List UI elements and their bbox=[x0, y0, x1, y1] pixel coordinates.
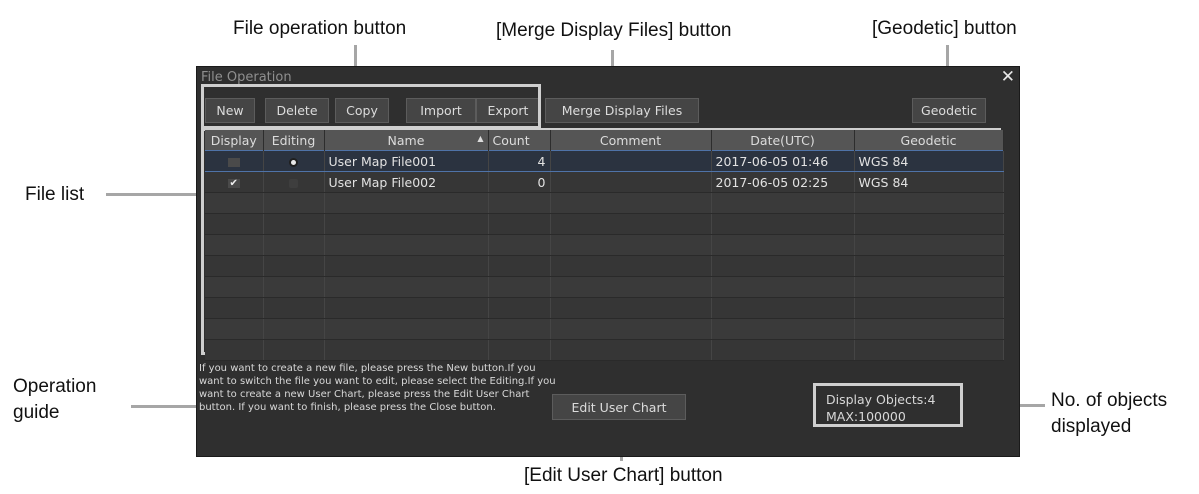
column-header-date[interactable]: Date(UTC) bbox=[711, 130, 855, 151]
column-header-comment[interactable]: Comment bbox=[550, 130, 712, 151]
editing-radio[interactable] bbox=[263, 171, 325, 193]
table-row-empty bbox=[205, 234, 1004, 256]
row-date: 2017-06-05 01:46 bbox=[711, 150, 855, 172]
table-row-empty bbox=[205, 213, 1004, 235]
table-row-empty bbox=[205, 192, 1004, 214]
column-header-editing[interactable]: Editing bbox=[263, 130, 325, 151]
row-name: User Map File001 bbox=[324, 150, 489, 172]
delete-button[interactable]: Delete bbox=[265, 98, 329, 123]
close-icon[interactable]: ✕ bbox=[1001, 67, 1015, 87]
table-row-empty bbox=[205, 297, 1004, 319]
row-geodetic: WGS 84 bbox=[854, 171, 1004, 193]
leader-operation-guide bbox=[131, 405, 197, 408]
leader-file-list bbox=[106, 193, 203, 196]
callout-objects-displayed: No. of objects displayed bbox=[1051, 388, 1167, 440]
column-header-name[interactable]: Name ▲ bbox=[324, 130, 489, 151]
row-comment bbox=[550, 171, 712, 193]
row-name: User Map File002 bbox=[324, 171, 489, 193]
import-button[interactable]: Import bbox=[406, 98, 476, 123]
table-row-empty bbox=[205, 276, 1004, 298]
column-header-geodetic[interactable]: Geodetic bbox=[854, 130, 1004, 151]
callout-objects-line2: displayed bbox=[1051, 416, 1132, 437]
sort-ascending-icon: ▲ bbox=[477, 134, 484, 143]
callout-file-operation-button: File operation button bbox=[233, 18, 407, 39]
radio-selected-icon bbox=[289, 157, 298, 167]
merge-display-files-button[interactable]: Merge Display Files bbox=[545, 98, 699, 123]
table-row-empty bbox=[205, 318, 1004, 340]
dialog-title: File Operation bbox=[201, 70, 292, 85]
callout-file-list: File list bbox=[25, 184, 85, 205]
checkmark-icon: ✔ bbox=[227, 177, 240, 189]
table-row[interactable]: User Map File001 4 2017-06-05 01:46 WGS … bbox=[205, 150, 1004, 172]
column-header-display[interactable]: Display bbox=[205, 130, 264, 151]
callout-operation-guide: Operation guide bbox=[13, 374, 96, 426]
table-row[interactable]: ✔ User Map File002 0 2017-06-05 02:25 WG… bbox=[205, 171, 1004, 193]
row-geodetic: WGS 84 bbox=[854, 150, 1004, 172]
new-button[interactable]: New bbox=[205, 98, 255, 123]
callout-operation-guide-line1: Operation bbox=[13, 376, 97, 397]
table-row-empty bbox=[205, 255, 1004, 277]
row-date: 2017-06-05 02:25 bbox=[711, 171, 855, 193]
callout-edit-chart-button: [Edit User Chart] button bbox=[524, 465, 723, 486]
max-objects: MAX:100000 bbox=[826, 409, 906, 424]
geodetic-button[interactable]: Geodetic bbox=[912, 98, 986, 123]
display-objects-count: Display Objects:4 bbox=[826, 392, 936, 407]
callout-objects-line1: No. of objects bbox=[1051, 390, 1168, 411]
table-header-row: Display Editing Name ▲ Count Comment Dat… bbox=[205, 130, 1004, 151]
editing-radio[interactable] bbox=[263, 150, 325, 172]
objects-count-box: Display Objects:4 MAX:100000 bbox=[813, 383, 963, 427]
copy-button[interactable]: Copy bbox=[335, 98, 389, 123]
checkbox-empty-icon bbox=[227, 157, 240, 167]
row-count: 4 bbox=[488, 150, 551, 172]
file-operation-dialog: File Operation ✕ New Delete Copy Import … bbox=[196, 66, 1020, 457]
operation-guide-text: If you want to create a new file, please… bbox=[199, 363, 556, 413]
edit-user-chart-button[interactable]: Edit User Chart bbox=[552, 394, 686, 420]
row-count: 0 bbox=[488, 171, 551, 193]
display-checkbox[interactable]: ✔ bbox=[205, 171, 264, 193]
callout-merge-button: [Merge Display Files] button bbox=[496, 20, 732, 41]
file-list-table: Display Editing Name ▲ Count Comment Dat… bbox=[205, 130, 1004, 361]
radio-unselected-icon bbox=[289, 178, 298, 188]
column-header-name-label: Name bbox=[387, 132, 425, 148]
table-row-empty bbox=[205, 339, 1004, 361]
row-comment bbox=[550, 150, 712, 172]
column-header-count[interactable]: Count bbox=[488, 130, 551, 151]
callout-geodetic-button: [Geodetic] button bbox=[872, 18, 1017, 39]
callout-operation-guide-line2: guide bbox=[13, 402, 60, 423]
display-checkbox[interactable] bbox=[205, 150, 264, 172]
export-button[interactable]: Export bbox=[476, 98, 540, 123]
